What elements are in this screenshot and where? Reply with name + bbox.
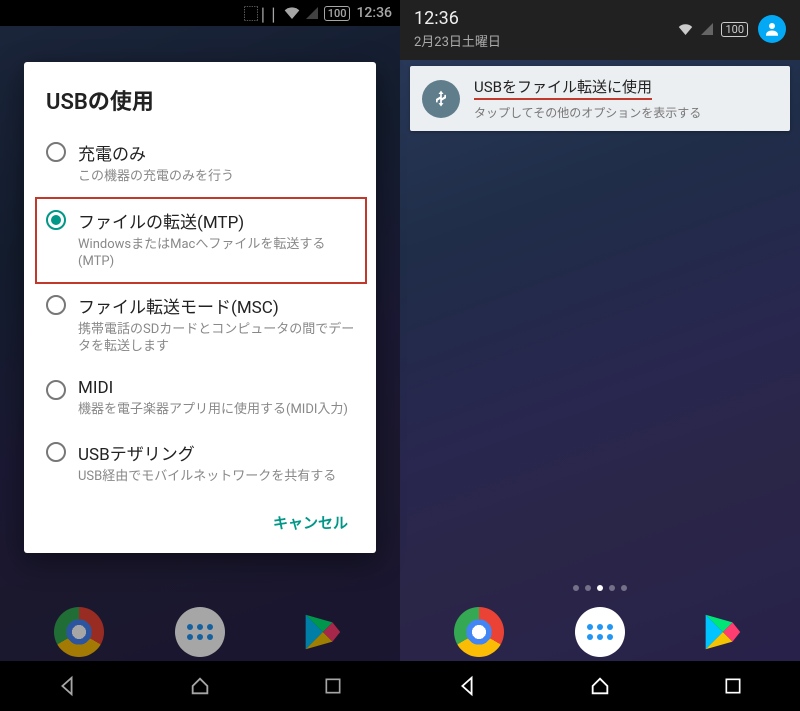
option-desc: USB経由でモバイルネットワークを共有する [78, 468, 356, 486]
radio-icon [46, 380, 66, 400]
option-label: MIDI [78, 378, 356, 398]
option-desc: WindowsまたはMacへファイルを転送する(MTP) [78, 236, 356, 271]
option-label: 充電のみ [78, 140, 356, 165]
radio-icon [46, 442, 66, 462]
page-indicator [400, 585, 800, 591]
usb-usage-dialog: USBの使用 充電のみ この機器の充電のみを行う ファイルの転送(MTP) Wi… [24, 62, 376, 553]
option-file-transfer-msc[interactable]: ファイル転送モード(MSC) 携帯電話のSDカードとコンピュータの間でデータを転… [46, 283, 356, 368]
app-drawer-button[interactable] [575, 607, 625, 657]
option-midi[interactable]: MIDI 機器を電子楽器アプリ用に使用する(MIDI入力) [46, 368, 356, 431]
user-avatar[interactable] [758, 15, 786, 43]
phone-right: 12:36 2月23日土曜日 100 USBをファイル転送に使用 タップしてその… [400, 0, 800, 711]
radio-icon [46, 142, 66, 162]
option-charge-only[interactable]: 充電のみ この機器の充電のみを行う [46, 130, 356, 198]
nav-home-button[interactable] [575, 675, 625, 697]
nav-back-button[interactable] [442, 675, 492, 697]
notification-subtitle: タップしてその他のオプションを表示する [474, 104, 701, 121]
option-desc: 機器を電子楽器アプリ用に使用する(MIDI入力) [78, 401, 356, 419]
dock [400, 607, 800, 657]
shade-status-icons: 100 [678, 22, 748, 37]
option-usb-tethering[interactable]: USBテザリング USB経由でモバイルネットワークを共有する [46, 430, 356, 498]
usb-notification[interactable]: USBをファイル転送に使用 タップしてその他のオプションを表示する [410, 66, 790, 131]
option-file-transfer-mtp[interactable]: ファイルの転送(MTP) WindowsまたはMacへファイルを転送する(MTP… [36, 198, 366, 283]
radio-icon [46, 295, 66, 315]
battery-indicator: 100 [721, 22, 748, 37]
wifi-icon [678, 24, 693, 35]
usb-icon [422, 80, 460, 118]
option-label: ファイルの転送(MTP) [78, 208, 356, 233]
notification-shade-header[interactable]: 12:36 2月23日土曜日 100 [400, 0, 800, 60]
navigation-bar [400, 661, 800, 711]
option-desc: この機器の充電のみを行う [78, 168, 356, 186]
option-desc: 携帯電話のSDカードとコンピュータの間でデータを転送します [78, 321, 356, 356]
phone-left: ⬚❘❘ 100 12:36 USBの使用 充電のみ この機器の充電のみを行う フ… [0, 0, 400, 711]
signal-icon [701, 23, 713, 35]
dialog-title: USBの使用 [46, 84, 356, 116]
radio-icon [46, 210, 66, 230]
option-label: USBテザリング [78, 440, 356, 465]
shade-date: 2月23日土曜日 [414, 31, 668, 50]
cancel-button[interactable]: キャンセル [265, 506, 356, 539]
app-chrome[interactable] [454, 607, 504, 657]
option-label: ファイル転送モード(MSC) [78, 293, 356, 318]
shade-time: 12:36 [414, 8, 668, 29]
app-play-store[interactable] [696, 607, 746, 657]
notification-title: USBをファイル転送に使用 [474, 76, 652, 100]
nav-recent-button[interactable] [708, 676, 758, 696]
